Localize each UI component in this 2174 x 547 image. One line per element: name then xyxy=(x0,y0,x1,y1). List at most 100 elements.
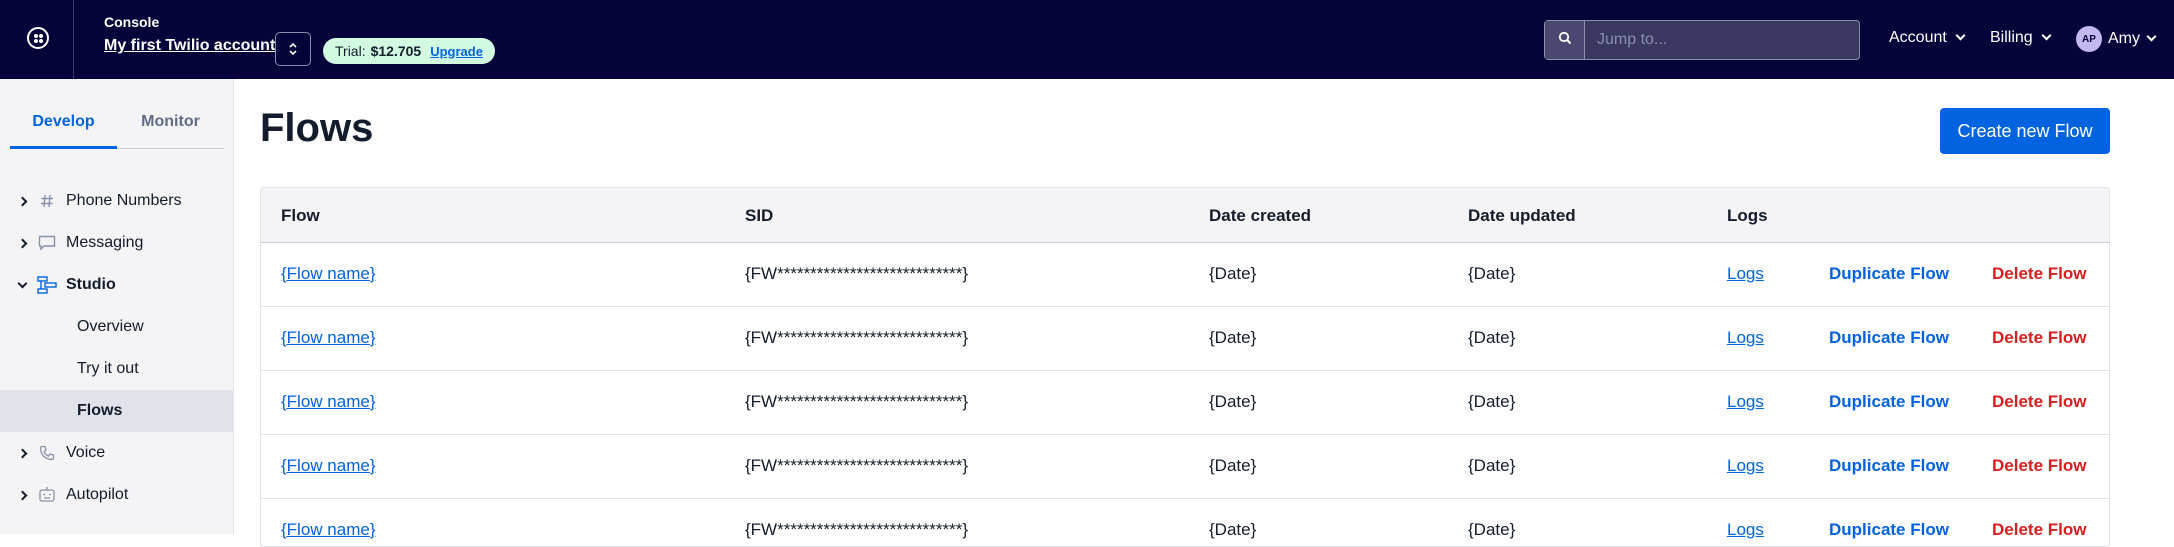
duplicate-flow-button[interactable]: Duplicate Flow xyxy=(1829,392,1949,412)
chat-bubble-icon xyxy=(37,233,57,253)
studio-flow-icon xyxy=(37,275,57,295)
phone-icon xyxy=(37,443,57,463)
sidebar-subitem-flows[interactable]: Flows xyxy=(0,390,233,432)
table-row: {Flow name} {FW*************************… xyxy=(261,499,2109,546)
chevron-down-icon xyxy=(17,278,28,288)
tab-monitor[interactable]: Monitor xyxy=(117,99,224,149)
sidebar-item-studio[interactable]: Studio xyxy=(0,264,233,306)
duplicate-flow-button[interactable]: Duplicate Flow xyxy=(1829,456,1949,476)
top-navigation-bar: Console My first Twilio account Trial: $… xyxy=(0,0,2174,79)
logs-link[interactable]: Logs xyxy=(1727,520,1764,540)
sidebar-subitem-label: Flows xyxy=(77,402,123,419)
flows-table: Flow SID Date created Date updated Logs … xyxy=(260,187,2110,547)
sidebar-item-label: Studio xyxy=(66,276,116,293)
column-header-sid: SID xyxy=(745,206,774,225)
logs-link[interactable]: Logs xyxy=(1727,264,1764,284)
account-menu-label: Account xyxy=(1889,29,1947,46)
upgrade-link[interactable]: Upgrade xyxy=(430,44,483,59)
user-name: Amy xyxy=(2108,30,2140,47)
date-created: {Date} xyxy=(1209,520,1257,539)
chevron-right-icon xyxy=(17,196,28,206)
flow-name-link[interactable]: {Flow name} xyxy=(281,392,376,412)
flow-sid: {FW****************************} xyxy=(745,328,969,347)
duplicate-flow-button[interactable]: Duplicate Flow xyxy=(1829,520,1949,540)
date-updated: {Date} xyxy=(1468,264,1516,283)
trial-label: Trial: xyxy=(335,43,366,59)
sidebar: Develop Monitor Phone Numbers Messaging … xyxy=(0,79,234,534)
flow-sid: {FW****************************} xyxy=(745,392,969,411)
duplicate-flow-button[interactable]: Duplicate Flow xyxy=(1829,328,1949,348)
account-menu[interactable]: Account xyxy=(1889,29,1966,47)
date-created: {Date} xyxy=(1209,392,1257,411)
hash-icon xyxy=(37,191,57,211)
sidebar-item-label: Autopilot xyxy=(66,486,129,503)
search-icon xyxy=(1558,31,1572,50)
chevron-right-icon xyxy=(17,238,28,248)
sidebar-subitem-overview[interactable]: Overview xyxy=(0,306,233,348)
sidebar-subitem-try-it-out[interactable]: Try it out xyxy=(0,348,233,390)
table-row: {Flow name} {FW*************************… xyxy=(261,435,2109,499)
tab-develop[interactable]: Develop xyxy=(10,99,117,149)
table-row: {Flow name} {FW*************************… xyxy=(261,371,2109,435)
flow-name-link[interactable]: {Flow name} xyxy=(281,328,376,348)
sidebar-item-autopilot[interactable]: Autopilot xyxy=(0,474,233,516)
chevron-right-icon xyxy=(17,490,28,500)
flow-name-link[interactable]: {Flow name} xyxy=(281,520,376,540)
date-updated: {Date} xyxy=(1468,328,1516,347)
trial-balance: $12.705 xyxy=(370,43,422,59)
console-label: Console xyxy=(104,14,160,30)
column-header-date-updated: Date updated xyxy=(1468,206,1576,225)
logs-link[interactable]: Logs xyxy=(1727,456,1764,476)
date-created: {Date} xyxy=(1209,328,1257,347)
twilio-logo-icon[interactable] xyxy=(27,27,49,49)
delete-flow-button[interactable]: Delete Flow xyxy=(1992,456,2086,476)
table-row: {Flow name} {FW*************************… xyxy=(261,243,2109,307)
duplicate-flow-button[interactable]: Duplicate Flow xyxy=(1829,264,1949,284)
chevron-up-down-icon xyxy=(288,41,298,57)
table-row: {Flow name} {FW*************************… xyxy=(261,307,2109,371)
search-input[interactable] xyxy=(1585,21,1859,59)
account-switcher-button[interactable] xyxy=(275,32,311,66)
logo-cell[interactable] xyxy=(0,0,74,79)
date-created: {Date} xyxy=(1209,264,1257,283)
delete-flow-button[interactable]: Delete Flow xyxy=(1992,520,2086,540)
logs-link[interactable]: Logs xyxy=(1727,392,1764,412)
sidebar-subitem-label: Try it out xyxy=(77,360,139,377)
date-updated: {Date} xyxy=(1468,456,1516,475)
delete-flow-button[interactable]: Delete Flow xyxy=(1992,328,2086,348)
column-header-logs: Logs xyxy=(1727,206,1768,225)
sidebar-item-phone-numbers[interactable]: Phone Numbers xyxy=(0,180,233,222)
chevron-down-icon xyxy=(1955,30,1966,41)
delete-flow-button[interactable]: Delete Flow xyxy=(1992,392,2086,412)
flow-name-link[interactable]: {Flow name} xyxy=(281,456,376,476)
billing-menu-label: Billing xyxy=(1990,29,2033,46)
flow-sid: {FW****************************} xyxy=(745,264,969,283)
billing-menu[interactable]: Billing xyxy=(1990,29,2052,47)
account-name-link[interactable]: My first Twilio account xyxy=(104,37,275,55)
sidebar-item-label: Phone Numbers xyxy=(66,192,182,209)
robot-icon xyxy=(37,485,57,505)
flow-name-link[interactable]: {Flow name} xyxy=(281,264,376,284)
date-created: {Date} xyxy=(1209,456,1257,475)
create-new-flow-button[interactable]: Create new Flow xyxy=(1940,108,2110,154)
column-header-date-created: Date created xyxy=(1209,206,1312,225)
chevron-down-icon xyxy=(2041,30,2052,41)
sidebar-item-messaging[interactable]: Messaging xyxy=(0,222,233,264)
column-header-flow: Flow xyxy=(281,206,320,225)
sidebar-tabs: Develop Monitor xyxy=(10,99,224,149)
delete-flow-button[interactable]: Delete Flow xyxy=(1992,264,2086,284)
sidebar-item-label: Messaging xyxy=(66,234,144,251)
logs-link[interactable]: Logs xyxy=(1727,328,1764,348)
page-title: Flows xyxy=(260,106,374,150)
trial-balance-badge: Trial: $12.705 Upgrade xyxy=(323,38,495,64)
flow-sid: {FW****************************} xyxy=(745,520,969,539)
flow-sid: {FW****************************} xyxy=(745,456,969,475)
date-updated: {Date} xyxy=(1468,520,1516,539)
sidebar-item-label: Voice xyxy=(66,444,106,461)
sidebar-item-voice[interactable]: Voice xyxy=(0,432,233,474)
sidebar-subitem-label: Overview xyxy=(77,318,144,335)
chevron-down-icon xyxy=(2146,31,2157,42)
search-button[interactable] xyxy=(1545,21,1585,59)
jump-to-search xyxy=(1544,20,1860,60)
user-menu[interactable]: AP Amy xyxy=(2076,26,2157,52)
